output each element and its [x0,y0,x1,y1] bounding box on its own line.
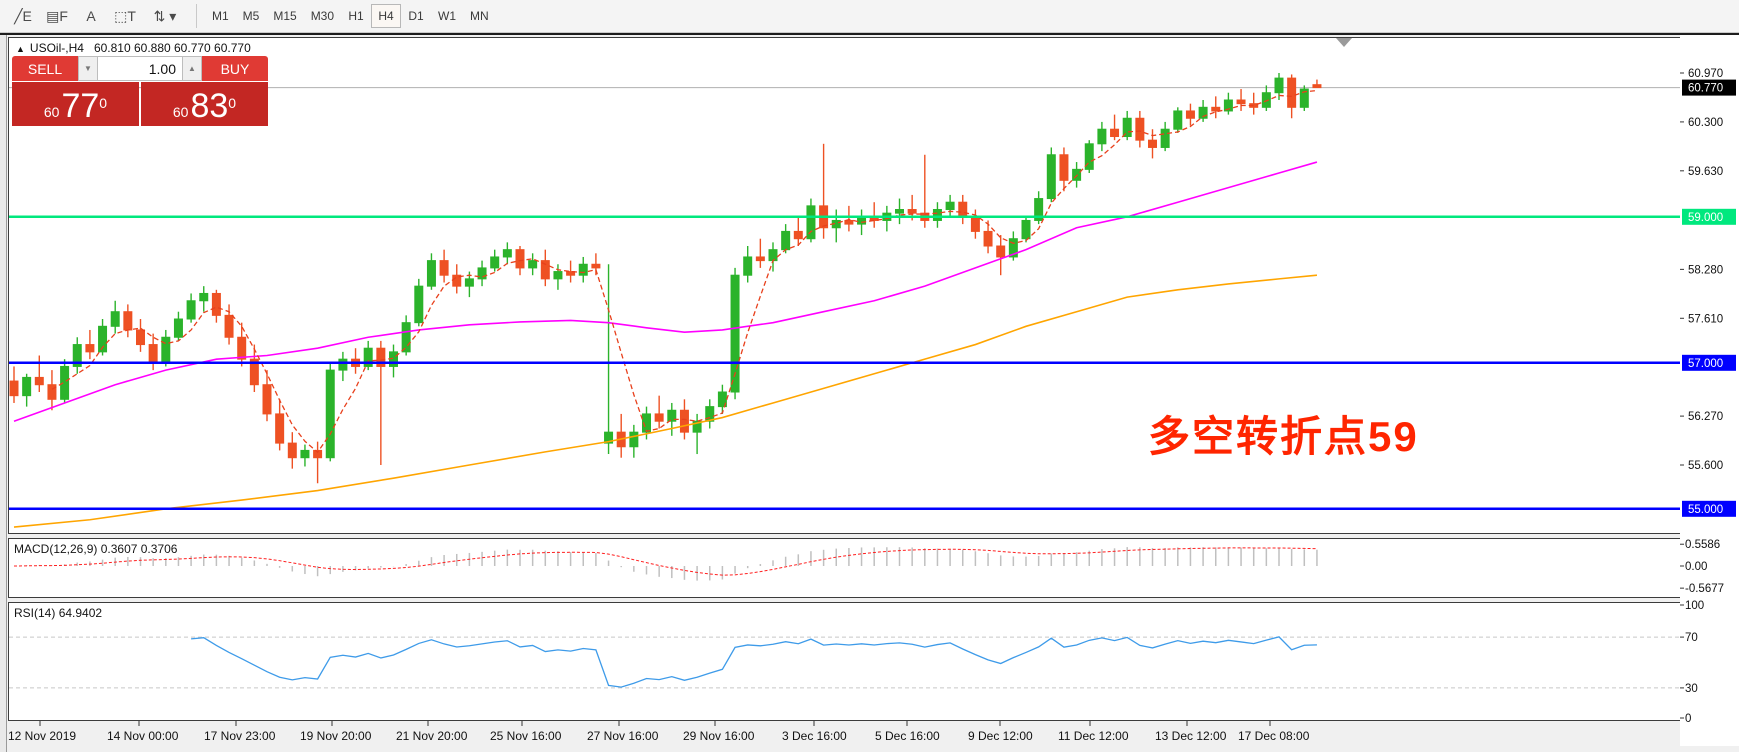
chart-window-left-edge [0,35,7,752]
ohlc-readout: 60.810 60.880 60.770 60.770 [94,41,251,55]
price-axis-strip [1680,35,1739,746]
chart-shift-marker-icon[interactable] [1336,38,1352,47]
timeframe-m15-button[interactable]: M15 [266,4,303,28]
date-axis-label: 5 Dec 16:00 [875,729,940,743]
date-axis-label: 17 Dec 08:00 [1238,729,1310,743]
date-axis-label: 21 Nov 20:00 [396,729,468,743]
chart-window-top-border [0,33,1739,35]
timeframe-mn-button[interactable]: MN [463,4,496,28]
buy-price-prefix: 60 [173,101,189,123]
date-axis-label: 13 Dec 12:00 [1155,729,1227,743]
sell-button[interactable]: SELL [12,56,78,81]
date-axis-label: 14 Nov 00:00 [107,729,179,743]
timeframe-m1-button[interactable]: M1 [205,4,236,28]
macd-panel[interactable] [8,538,1681,598]
date-axis-label: 17 Nov 23:00 [204,729,276,743]
date-axis-label: 27 Nov 16:00 [587,729,659,743]
timeframe-h1-button[interactable]: H1 [341,4,371,28]
date-axis-label: 12 Nov 2019 [8,729,76,743]
timeframe-d1-button[interactable]: D1 [401,4,431,28]
rsi-indicator-label: RSI(14) 64.9402 [14,606,102,620]
macd-indicator-label: MACD(12,26,9) 0.3607 0.3706 [14,542,177,556]
symbol-name: USOil-,H4 [30,41,84,55]
timeframe-h4-button[interactable]: H4 [371,4,401,28]
date-axis-label: 9 Dec 12:00 [968,729,1033,743]
indicator-list-icon[interactable]: ▤F [42,3,72,29]
buy-price-main: 83 [190,89,228,123]
one-click-trading-widget: SELL ▼ ▲ BUY 60770 60830 [12,56,268,126]
sell-price-pip: 0 [99,83,107,123]
toolbar-separator [196,4,197,28]
date-axis-label: 29 Nov 16:00 [683,729,755,743]
buy-price-pip: 0 [228,83,236,123]
timeframe-m5-button[interactable]: M5 [236,4,267,28]
date-axis-label: 19 Nov 20:00 [300,729,372,743]
timeframe-w1-button[interactable]: W1 [431,4,463,28]
buy-price-display[interactable]: 60830 [141,82,268,126]
date-axis-label: 3 Dec 16:00 [782,729,847,743]
sell-price-prefix: 60 [44,101,60,123]
crosshair-tool-icon[interactable]: ╱E [8,3,38,29]
sell-price-main: 77 [61,89,99,123]
sell-price-display[interactable]: 60770 [12,82,139,126]
volume-input[interactable] [98,56,182,81]
date-axis-label: 11 Dec 12:00 [1058,729,1129,743]
collapse-triangle-icon[interactable]: ▲ [16,44,25,54]
chart-symbol-header: ▲ USOil-,H4 60.810 60.880 60.770 60.770 [16,41,251,55]
timeframe-m30-button[interactable]: M30 [304,4,341,28]
cursor-mode-icon[interactable]: ⇅ ▾ [144,3,186,29]
buy-button[interactable]: BUY [202,56,268,81]
volume-decrease-button[interactable]: ▼ [78,56,98,81]
top-toolbar: ╱E ▤F A ⬚T ⇅ ▾ M1 M5 M15 M30 H1 H4 D1 W1… [0,0,1739,33]
text-label-icon[interactable]: A [76,3,106,29]
date-axis-label: 25 Nov 16:00 [490,729,562,743]
chart-annotation-text: 多空转折点59 [1148,403,1419,464]
volume-increase-button[interactable]: ▲ [182,56,202,81]
rsi-panel[interactable] [8,602,1681,721]
text-box-icon[interactable]: ⬚T [110,3,140,29]
